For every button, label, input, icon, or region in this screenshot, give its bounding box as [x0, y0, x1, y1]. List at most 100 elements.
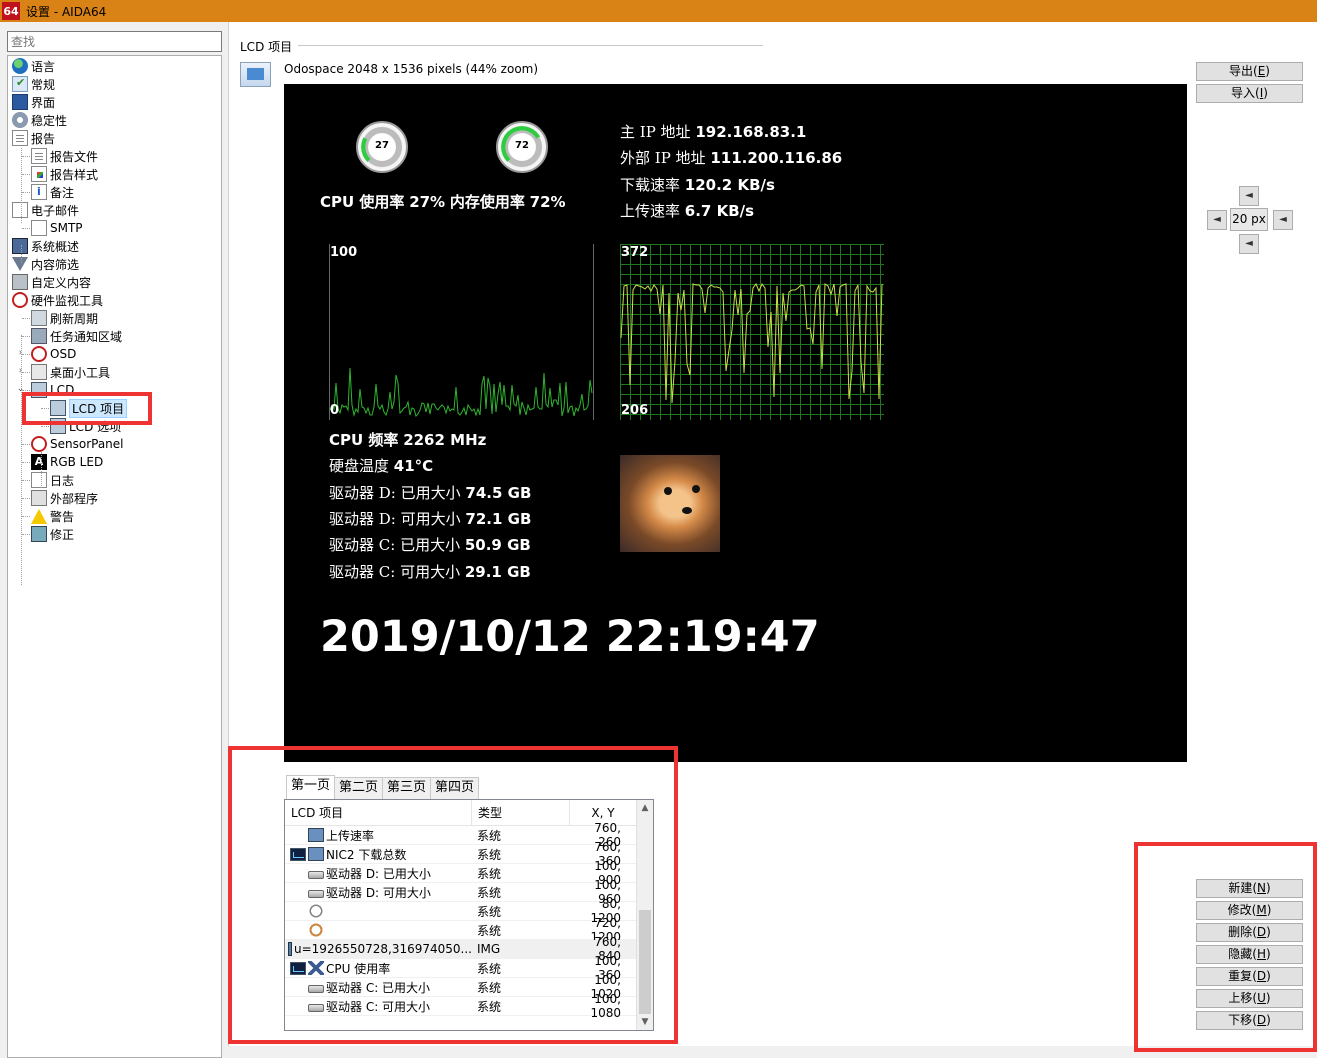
search-input[interactable]: [7, 31, 222, 52]
tree-guide: [22, 444, 30, 445]
gauge-icon: [12, 292, 28, 308]
tree-item-label: 常规: [31, 77, 56, 92]
dog-nose: [682, 507, 692, 514]
main-ip-label: 主 IP 地址: [620, 123, 691, 141]
highlight-action-buttons: [1134, 842, 1317, 1052]
cpu-graph-max: 100: [330, 245, 358, 260]
window-title: 设置 - AIDA64: [26, 4, 107, 19]
gadget-icon: [31, 364, 47, 380]
tree-item[interactable]: SMTP: [31, 219, 83, 237]
tree-item-label: SensorPanel: [50, 437, 124, 451]
info-icon: [31, 184, 47, 200]
tree-item[interactable]: 报告: [12, 129, 55, 147]
dog-eye: [664, 487, 672, 495]
lcd-preview-icon: [240, 62, 271, 87]
cpu-usage-graph: [329, 244, 594, 420]
tree-guide: [22, 156, 30, 157]
log-icon: [31, 472, 47, 488]
lcd-preview[interactable]: 27 72 CPU 使用率 27% 内存使用率 72% 主 IP 地址 192.…: [284, 84, 1187, 762]
settings-tree[interactable]: 语言常规界面稳定性报告报告文件报告样式备注电子邮件 SMTP 系统概述内容筛选自定义…: [7, 55, 222, 1058]
external-ip-line: 外部 IP 地址 111.200.116.86: [620, 147, 842, 168]
tree-guide: [22, 462, 30, 463]
tree-item[interactable]: 界面: [12, 93, 55, 111]
tree-item[interactable]: 警告: [31, 507, 74, 525]
tree-item[interactable]: 系统概述: [12, 237, 79, 255]
drive-c-free-line: 驱动器 C: 可用大小 29.1 GB: [329, 561, 531, 582]
tree-guide: [41, 452, 42, 488]
tree-item[interactable]: 任务通知区域: [31, 327, 122, 345]
disk-temp-label: 硬盘温度: [329, 457, 390, 475]
drive-c-used-value: 50.9 GB: [464, 536, 531, 554]
import-button-key: I: [1259, 86, 1264, 100]
tree-item[interactable]: 报告样式: [31, 165, 98, 183]
printer-icon: [12, 274, 28, 290]
tree-guide: [22, 480, 30, 481]
network-graph-min: 206: [621, 403, 649, 418]
tree-guide: [22, 336, 30, 337]
tree-item[interactable]: 报告文件: [31, 147, 98, 165]
step-size-field[interactable]: 20 px: [1230, 208, 1268, 231]
drive-c-used-label: 驱动器 C: 已用大小: [329, 536, 461, 554]
tree-item-label: 刷新周期: [50, 311, 99, 326]
tree-item[interactable]: SensorPanel: [31, 435, 124, 453]
tree-item[interactable]: 外部程序: [31, 489, 98, 507]
dog-eye: [692, 485, 700, 493]
tree-item-label: 报告样式: [50, 167, 99, 182]
main-ip-value: 192.168.83.1: [695, 123, 807, 141]
move-left-arrow-icon[interactable]: ◄: [1207, 210, 1227, 230]
highlight-lcd-items-node: [22, 392, 152, 425]
export-button[interactable]: 导出(E): [1196, 62, 1303, 81]
move-up-arrow-icon[interactable]: ◄: [1239, 186, 1259, 206]
document-icon: [31, 148, 47, 164]
tree-item[interactable]: 备注: [31, 183, 74, 201]
tree-item-label: OSD: [50, 347, 77, 361]
report-icon: [12, 130, 28, 146]
download-rate-value: 120.2 KB/s: [684, 176, 775, 194]
upload-rate-value: 6.7 KB/s: [684, 202, 755, 220]
import-button-label: 导入: [1231, 86, 1256, 100]
external-program-icon: [31, 490, 47, 506]
move-down-arrow-icon[interactable]: ◄: [1239, 234, 1259, 254]
warning-icon: [31, 508, 47, 524]
drive-c-free-value: 29.1 GB: [464, 563, 531, 581]
rgb-icon: A: [31, 454, 47, 470]
tree-item[interactable]: 语言: [12, 57, 55, 75]
tree-item[interactable]: 内容筛选: [12, 255, 79, 273]
tree-guide: [22, 228, 30, 229]
tray-icon: [31, 328, 47, 344]
cpu-graph-min: 0: [330, 403, 340, 418]
tree-guide: [22, 174, 30, 175]
tree-item[interactable]: 桌面小工具: [31, 363, 110, 381]
preview-caption: Odospace 2048 x 1536 pixels (44% zoom): [284, 62, 539, 76]
lcd-clock: 2019/10/12 22:19:47: [320, 612, 820, 662]
tree-item-label: 报告: [31, 131, 56, 146]
tree-guide: [21, 245, 22, 263]
left-pane: 语言常规界面稳定性报告报告文件报告样式备注电子邮件 SMTP 系统概述内容筛选自定义…: [0, 22, 228, 1058]
tree-guide: [22, 534, 30, 535]
tree-item[interactable]: OSD: [31, 345, 76, 363]
drive-c-free-label: 驱动器 C: 可用大小: [329, 563, 461, 581]
import-button[interactable]: 导入(I): [1196, 84, 1303, 103]
cpu-gauge: 27: [356, 121, 408, 173]
tree-item[interactable]: 自定义内容: [12, 273, 91, 291]
tree-item[interactable]: 刷新周期: [31, 309, 98, 327]
move-right-arrow-icon[interactable]: ◄: [1273, 210, 1293, 230]
tree-item[interactable]: 修正: [31, 525, 74, 543]
drive-d-free-line: 驱动器 D: 可用大小 72.1 GB: [329, 508, 531, 529]
tree-guide: [22, 318, 30, 319]
upload-rate-label: 上传速率: [620, 202, 681, 220]
external-ip-label: 外部 IP 地址: [620, 149, 706, 167]
tree-item[interactable]: 电子邮件: [12, 201, 79, 219]
group-title: LCD 项目: [240, 40, 293, 54]
tree-item-label: 自定义内容: [31, 275, 92, 290]
tab-page-1[interactable]: 第一页: [286, 775, 336, 799]
tree-item[interactable]: 常规: [12, 75, 55, 93]
disk-temp-value: 41°C: [393, 457, 434, 475]
tree-item[interactable]: 硬件监视工具: [12, 291, 103, 309]
gear-icon: [12, 112, 28, 128]
tree-item[interactable]: 日志: [31, 471, 74, 489]
download-rate-line: 下载速率 120.2 KB/s: [620, 174, 775, 195]
tree-item[interactable]: 稳定性: [12, 111, 67, 129]
tree-item-label: 电子邮件: [31, 203, 80, 218]
gauge-icon: [31, 436, 47, 452]
